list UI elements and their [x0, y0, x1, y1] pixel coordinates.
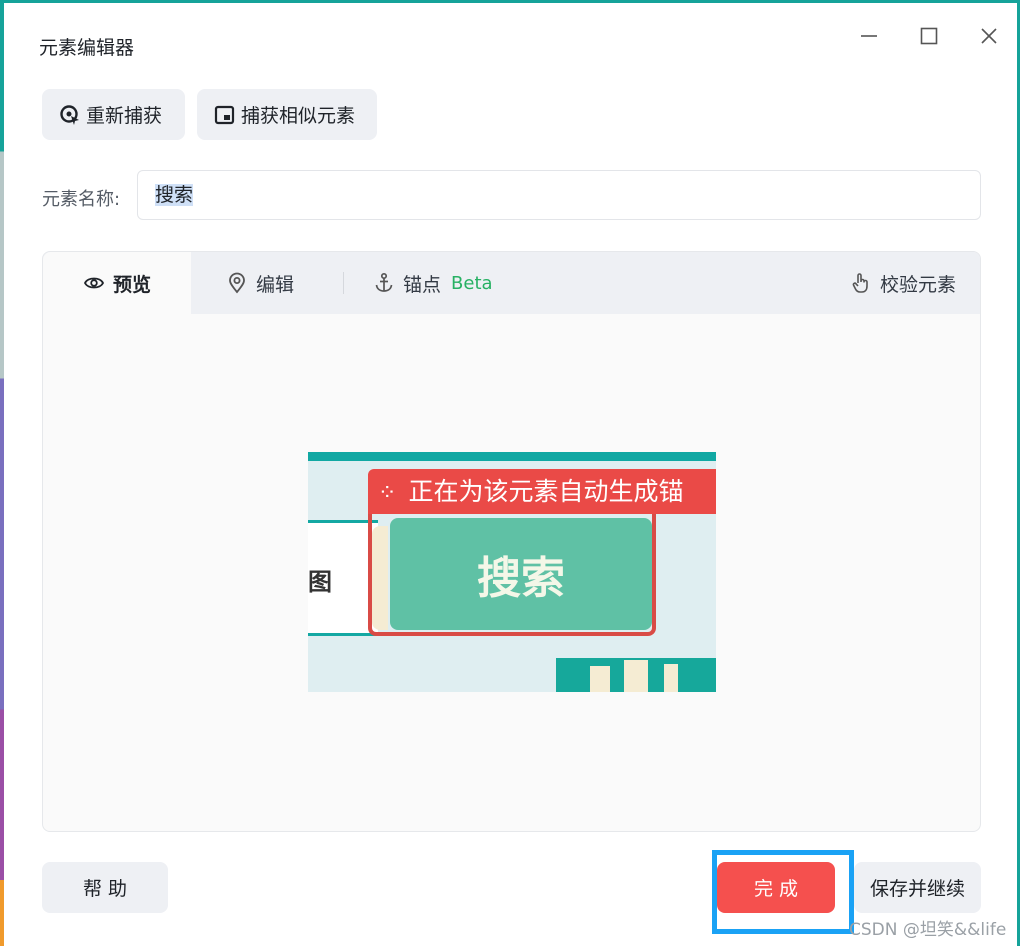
verify-element-label: 校验元素: [880, 273, 957, 296]
title-bar: 元素编辑器: [4, 3, 1017, 61]
tab-preview[interactable]: 预览: [43, 252, 191, 314]
close-button[interactable]: [974, 21, 1004, 51]
capture-similar-label: 捕获相似元素: [241, 105, 356, 127]
preview-bottom-glyph: [624, 660, 648, 692]
beta-badge: Beta: [451, 272, 493, 294]
tab-preview-label: 预览: [112, 273, 151, 296]
verify-element-button[interactable]: 校验元素: [850, 252, 956, 314]
hand-pointer-icon: [850, 272, 872, 294]
minimize-button[interactable]: [854, 21, 884, 51]
preview-bottom-glyph: [664, 664, 678, 692]
location-pin-icon: [226, 272, 248, 294]
preview-bottom-glyph: [590, 666, 610, 692]
preview-status-text: 正在为该元素自动生成锚: [408, 477, 684, 506]
tab-bar: 预览 编辑 锚点 Beta 校验元素: [43, 252, 980, 314]
element-editor-dialog: 元素编辑器 重新捕获 捕获相似元素 元素名称: 搜索 预览 编辑 锚点 Beta…: [4, 3, 1017, 946]
tab-edit-label: 编辑: [256, 273, 295, 296]
capture-similar-icon: [213, 103, 237, 127]
recapture-label: 重新捕获: [86, 105, 163, 127]
preview-search-button: 搜索: [390, 518, 652, 630]
done-button[interactable]: 完 成: [717, 862, 835, 913]
recapture-icon: [58, 103, 82, 127]
preview-status-badge: ⁘ 正在为该元素自动生成锚: [368, 469, 716, 514]
tab-divider: [343, 272, 344, 294]
eye-icon: [83, 272, 105, 294]
recapture-button[interactable]: 重新捕获: [42, 89, 185, 140]
tab-anchor[interactable]: 锚点 Beta: [373, 252, 493, 314]
save-continue-button[interactable]: 保存并继续: [854, 862, 981, 913]
tab-edit[interactable]: 编辑: [226, 252, 294, 314]
element-name-input[interactable]: 搜索: [137, 170, 981, 220]
preview-left-char: 图: [308, 568, 332, 596]
anchor-icon: [373, 272, 395, 294]
help-button[interactable]: 帮 助: [42, 862, 168, 913]
minimize-icon: [861, 35, 877, 37]
capture-similar-button[interactable]: 捕获相似元素: [197, 89, 377, 140]
element-name-label: 元素名称:: [42, 189, 121, 210]
preview-top-bar: [308, 452, 716, 461]
spinner-icon: ⁘: [378, 481, 397, 506]
close-icon: [981, 28, 997, 44]
window-title: 元素编辑器: [39, 37, 135, 59]
element-preview-image: 图 ⁘ 正在为该元素自动生成锚 搜索: [308, 452, 716, 692]
preview-button-edge: [372, 526, 388, 630]
maximize-button[interactable]: [914, 21, 944, 51]
watermark-text: CSDN @坦笑&&life: [849, 920, 1007, 940]
tab-anchor-label: 锚点: [403, 273, 442, 296]
element-name-value: 搜索: [155, 184, 194, 206]
maximize-icon: [920, 27, 938, 45]
